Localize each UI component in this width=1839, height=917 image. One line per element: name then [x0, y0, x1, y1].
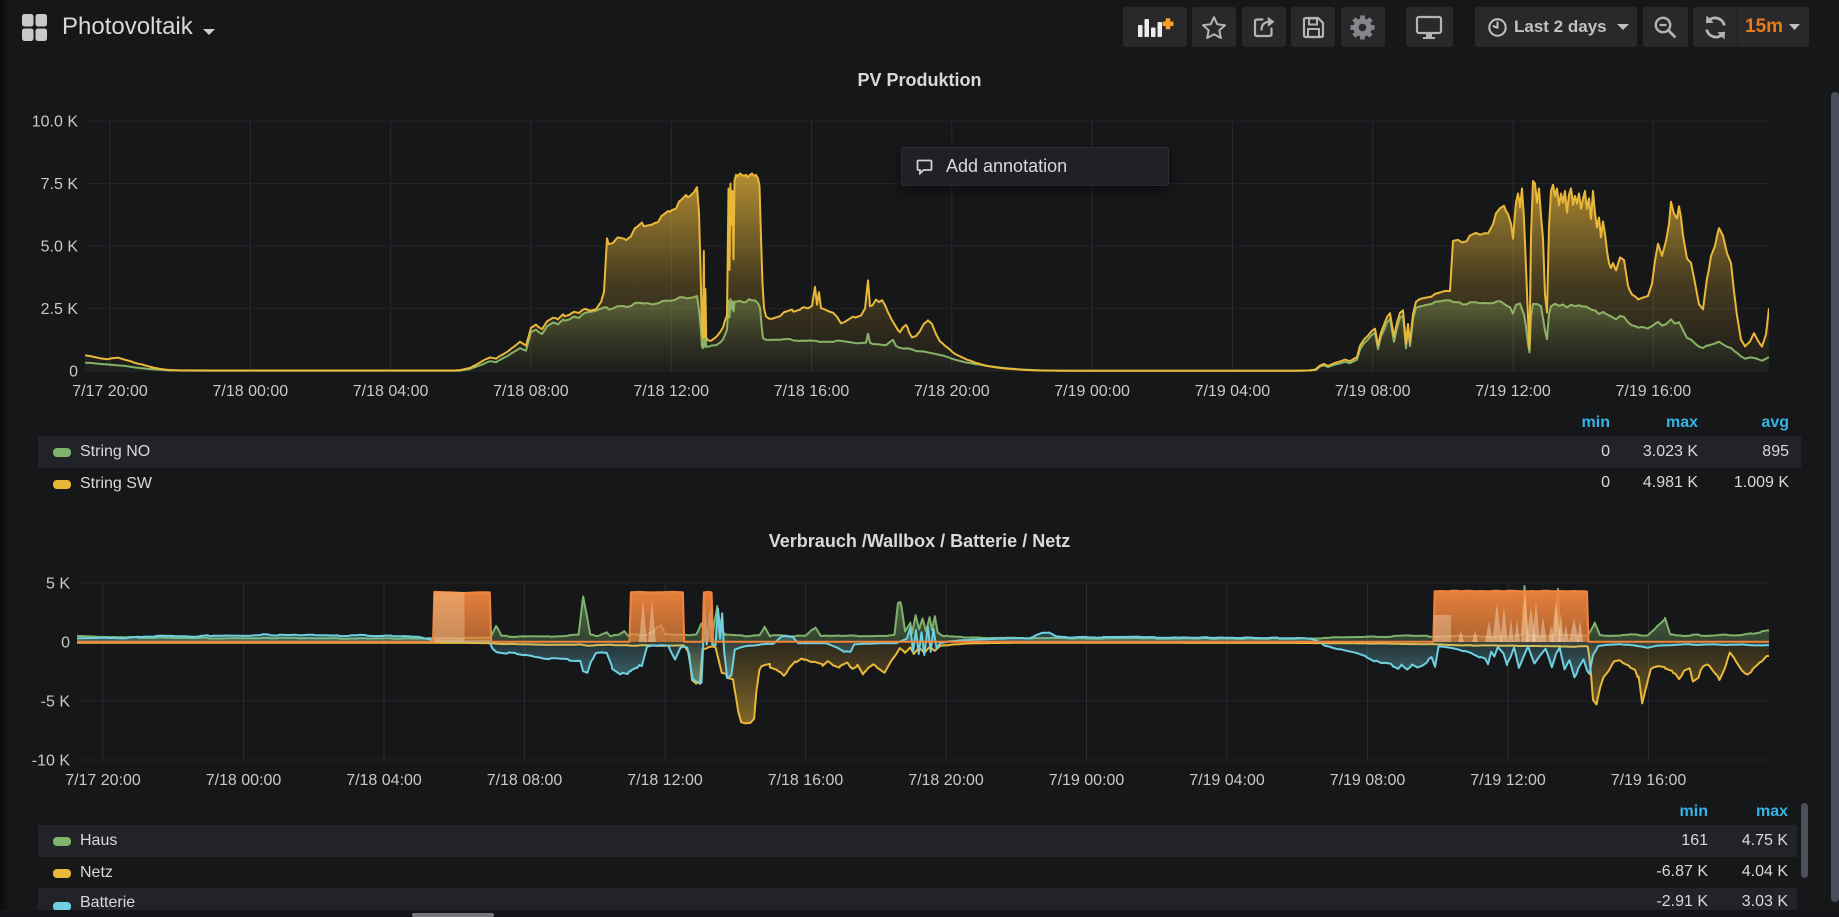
svg-text:7/19 12:00: 7/19 12:00	[1475, 383, 1551, 400]
svg-text:7/19 00:00: 7/19 00:00	[1054, 383, 1130, 400]
svg-text:7/19 16:00: 7/19 16:00	[1611, 772, 1687, 789]
svg-text:7/18 12:00: 7/18 12:00	[633, 383, 709, 400]
svg-text:5 K: 5 K	[46, 576, 70, 593]
svg-text:7/18 20:00: 7/18 20:00	[914, 383, 990, 400]
svg-text:7/18 08:00: 7/18 08:00	[487, 772, 563, 789]
svg-text:7/18 12:00: 7/18 12:00	[627, 772, 703, 789]
svg-text:7.5 K: 7.5 K	[41, 176, 79, 193]
svg-text:7/18 20:00: 7/18 20:00	[908, 772, 984, 789]
svg-text:5.0 K: 5.0 K	[41, 239, 79, 256]
svg-text:7/18 00:00: 7/18 00:00	[212, 383, 288, 400]
svg-text:7/19 04:00: 7/19 04:00	[1189, 772, 1265, 789]
svg-text:-10 K: -10 K	[32, 753, 71, 770]
svg-text:7/19 08:00: 7/19 08:00	[1330, 772, 1406, 789]
svg-text:7/18 16:00: 7/18 16:00	[774, 383, 850, 400]
svg-text:7/19 12:00: 7/19 12:00	[1470, 772, 1546, 789]
svg-text:7/19 04:00: 7/19 04:00	[1195, 383, 1271, 400]
svg-text:0: 0	[61, 635, 70, 652]
svg-text:7/18 04:00: 7/18 04:00	[353, 383, 429, 400]
svg-text:10.0 K: 10.0 K	[32, 114, 79, 131]
svg-text:7/19 16:00: 7/19 16:00	[1615, 383, 1691, 400]
svg-text:7/17 20:00: 7/17 20:00	[72, 383, 148, 400]
svg-text:7/17 20:00: 7/17 20:00	[65, 772, 141, 789]
svg-text:7/18 00:00: 7/18 00:00	[206, 772, 282, 789]
svg-text:-5 K: -5 K	[41, 694, 71, 711]
svg-text:2.5 K: 2.5 K	[41, 301, 79, 318]
svg-text:7/18 08:00: 7/18 08:00	[493, 383, 569, 400]
svg-text:7/18 16:00: 7/18 16:00	[768, 772, 844, 789]
svg-text:7/18 04:00: 7/18 04:00	[346, 772, 422, 789]
svg-text:7/19 08:00: 7/19 08:00	[1335, 383, 1411, 400]
svg-text:7/19 00:00: 7/19 00:00	[1049, 772, 1125, 789]
svg-text:0: 0	[69, 364, 78, 381]
